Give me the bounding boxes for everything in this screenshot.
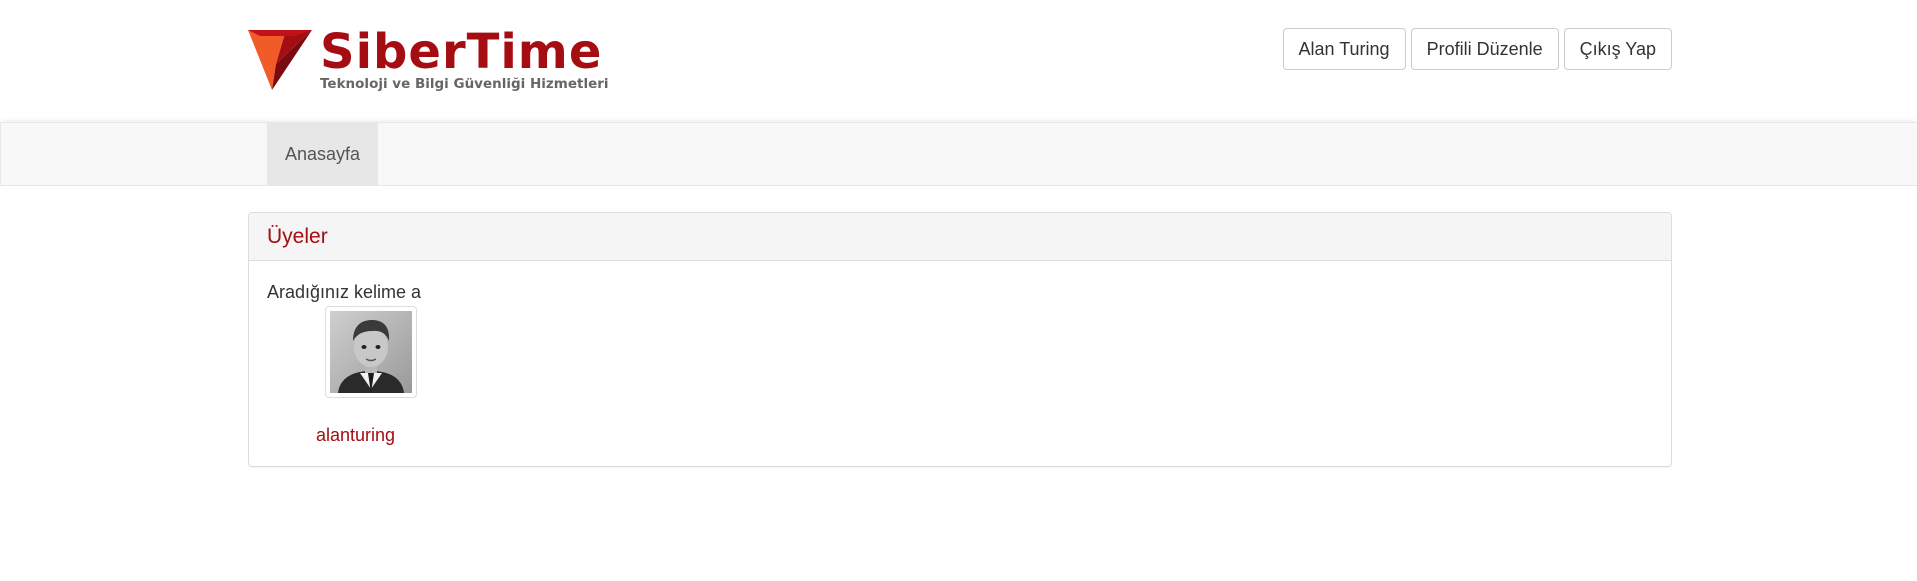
brand-name: SiberTime bbox=[320, 24, 603, 80]
member-photo-icon bbox=[330, 311, 412, 393]
header: SiberTime Teknoloji ve Bilgi Güvenliği H… bbox=[0, 0, 1917, 118]
user-name-button[interactable]: Alan Turing bbox=[1282, 28, 1406, 70]
search-result-text: Aradığınız kelime a bbox=[267, 282, 422, 302]
main-navbar: Anasayfa bbox=[0, 122, 1917, 186]
brand-tagline: Teknoloji ve Bilgi Güvenliği Hizmetleri bbox=[320, 76, 609, 92]
logout-button[interactable]: Çıkış Yap bbox=[1563, 28, 1672, 70]
member-avatar[interactable] bbox=[325, 306, 417, 398]
nav-item-home[interactable]: Anasayfa bbox=[267, 123, 378, 185]
logo-icon bbox=[248, 30, 312, 90]
members-panel: Üyeler Aradığınız kelime a alanturing bbox=[248, 212, 1672, 467]
edit-profile-button[interactable]: Profili Düzenle bbox=[1410, 28, 1559, 70]
member-username-link[interactable]: alanturing bbox=[316, 425, 395, 446]
panel-title: Üyeler bbox=[249, 213, 1671, 261]
top-button-group: Alan Turing Profili Düzenle Çıkış Yap bbox=[1282, 28, 1672, 70]
brand-logo[interactable]: SiberTime Teknoloji ve Bilgi Güvenliği H… bbox=[246, 24, 609, 96]
